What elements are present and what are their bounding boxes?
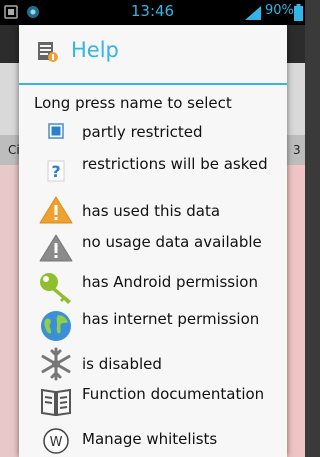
svg-text:W: W [50, 435, 63, 450]
legend-item-internet-permission: has internet permission [19, 309, 287, 349]
legend-label: has used this data [82, 202, 221, 220]
globe-icon [41, 311, 71, 341]
signal-icon [245, 6, 261, 20]
background-left-label: Ci [8, 143, 20, 157]
legend-item-used-data: has used this data [19, 195, 287, 227]
dialog-header: Help [19, 25, 287, 83]
background-list-edge-left [0, 165, 20, 457]
legend-item-android-permission: has Android permission [19, 271, 287, 311]
dialog-title: Help [71, 38, 119, 62]
partly-restricted-icon [48, 123, 64, 139]
legend-item-manage-whitelists[interactable]: W Manage whitelists [19, 425, 287, 455]
snowflake-icon [41, 347, 71, 381]
battery-percent: 90% [265, 3, 294, 18]
svg-text:?: ? [51, 162, 60, 181]
background-right-label: 3 [293, 143, 301, 157]
help-document-icon [38, 42, 58, 62]
whitelist-icon: W [43, 428, 69, 454]
legend-item-partly-restricted: partly restricted [19, 121, 287, 147]
help-dialog: Help Long press name to select partly re… [19, 25, 287, 457]
legend-label: Manage whitelists [82, 430, 218, 448]
warning-grey-icon [39, 234, 73, 262]
legend-item-disabled: is disabled [19, 347, 287, 381]
warning-orange-icon [39, 196, 73, 224]
legend-label: restrictions will be asked [82, 155, 268, 173]
legend-item-no-usage-data: no usage data available [19, 233, 287, 273]
battery-icon [294, 4, 303, 21]
legend-label: partly restricted [82, 123, 203, 141]
legend-label: no usage data available [82, 233, 262, 251]
question-icon: ? [47, 160, 65, 182]
legend-label: Function documentation [82, 385, 265, 403]
title-divider [19, 83, 287, 85]
legend-label: has Android permission [82, 273, 258, 291]
legend-item-restrictions-asked: ? restrictions will be asked [19, 155, 287, 195]
background-list-edge-right [285, 165, 305, 457]
legend-item-function-documentation[interactable]: Function documentation [19, 385, 287, 425]
legend-label: is disabled [82, 355, 162, 373]
book-icon [41, 388, 71, 417]
help-intro-text: Long press name to select [34, 94, 232, 112]
key-icon [40, 273, 71, 304]
legend-label: has internet permission [82, 310, 260, 328]
status-bar: 13:46 90% [0, 0, 305, 25]
